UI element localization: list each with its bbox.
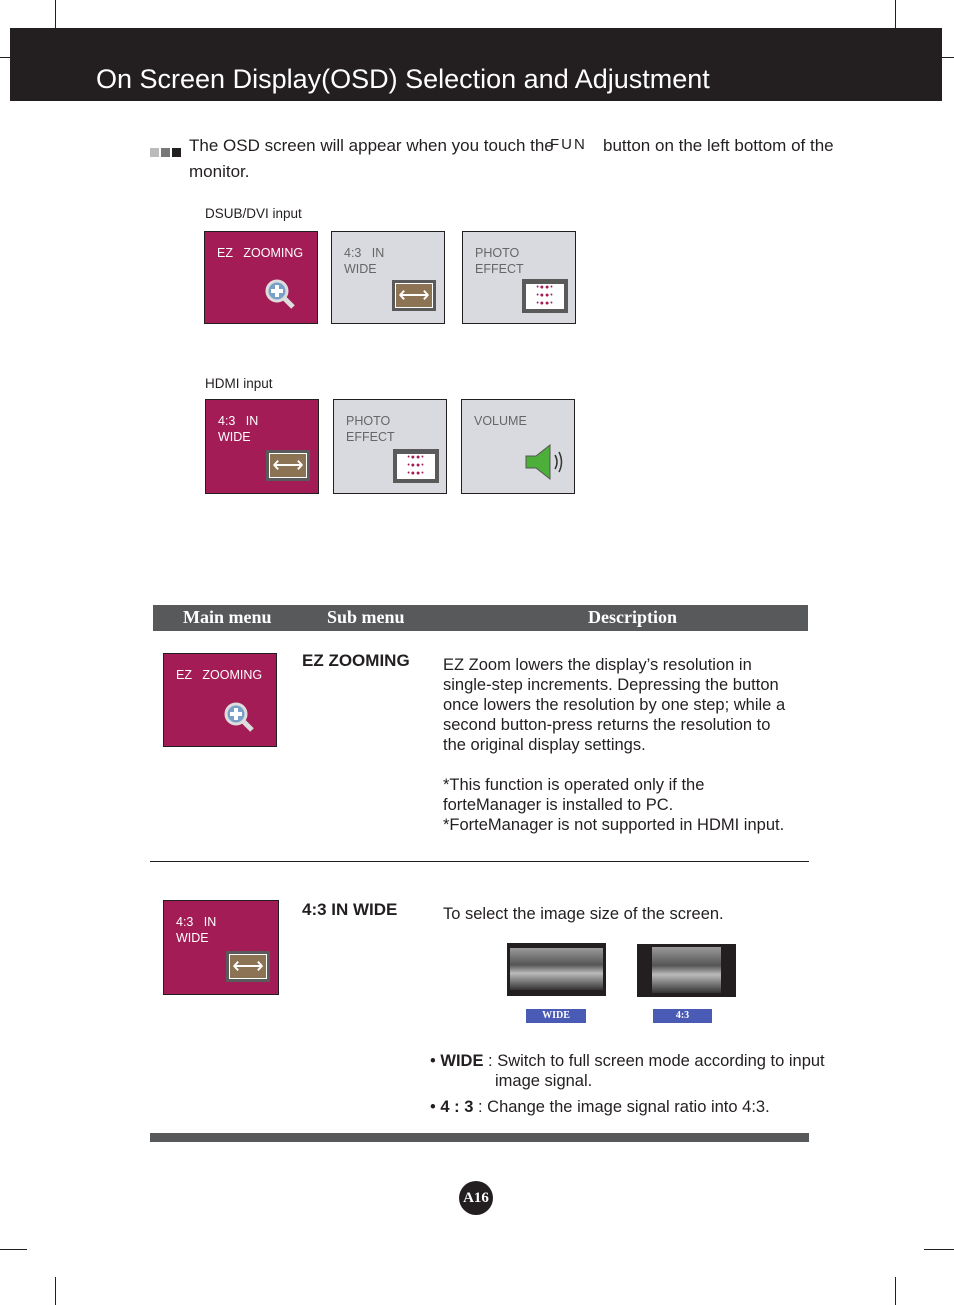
dots-pattern-icon: •●●• •●●• •●●•	[393, 449, 439, 483]
bullet-key: 4 : 3	[440, 1098, 474, 1116]
page-number: A16	[459, 1181, 493, 1215]
sub-menu-ez-zooming: EZ ZOOMING	[302, 651, 410, 670]
intro-text-3: monitor.	[189, 162, 250, 181]
description-ez-zooming: EZ Zoom lowers the display’s resolution …	[443, 656, 786, 834]
double-arrow-icon: ⟷	[226, 951, 270, 982]
intro-text-2: button on the left bottom of the	[603, 136, 834, 155]
magnifier-plus-icon	[224, 702, 254, 732]
fun-button-glyph: FUN	[550, 136, 587, 153]
row-divider	[150, 861, 809, 862]
page-title: On Screen Display(OSD) Selection and Adj…	[96, 64, 710, 94]
tile-label: PHOTO EFFECT	[475, 246, 524, 276]
table-bottom-bar	[150, 1133, 809, 1142]
header-main-menu: Main menu	[183, 607, 272, 627]
magnifier-plus-icon	[265, 279, 295, 309]
4-3-example-image	[637, 944, 736, 997]
bullet-wide: • WIDE : Switch to full screen mode acco…	[430, 1052, 825, 1070]
bullet-text: : Switch to full screen mode according t…	[483, 1052, 825, 1070]
osd-tile-wide: 4:3 IN WIDE ⟷	[331, 231, 445, 324]
osd-tile-wide: 4:3 IN WIDE ⟷	[205, 399, 319, 494]
bullet-text: : Change the image signal ratio into 4:3…	[473, 1098, 770, 1116]
bullet-squares-icon	[150, 144, 181, 162]
osd-tile-ez-zooming: EZ ZOOMING	[204, 231, 318, 324]
wide-caption: WIDE	[526, 1009, 586, 1023]
osd-tile-photo-effect: PHOTO EFFECT •●●• •●●• •●●•	[333, 399, 447, 494]
tile-label: EZ ZOOMING	[176, 668, 263, 682]
table-header: Main menu Sub menu Description	[153, 605, 808, 631]
tile-label: 4:3 IN WIDE	[344, 246, 385, 276]
tile-label: PHOTO EFFECT	[346, 414, 395, 444]
bullet-wide-cont: image signal.	[495, 1072, 593, 1090]
tile-label: VOLUME	[474, 414, 527, 428]
header-sub-menu: Sub menu	[327, 607, 405, 627]
dots-pattern-icon: •●●• •●●• •●●•	[522, 279, 568, 313]
osd-tile-volume: VOLUME	[461, 399, 575, 494]
4-3-caption: 4:3	[653, 1009, 712, 1023]
sub-menu-wide: 4:3 IN WIDE	[302, 900, 398, 919]
hdmi-label: HDMI input	[205, 376, 273, 391]
header-bar: On Screen Display(OSD) Selection and Adj…	[10, 28, 942, 101]
bullet-key: WIDE	[440, 1052, 484, 1070]
description-wide: To select the image size of the screen.	[443, 905, 724, 923]
manual-page: On Screen Display(OSD) Selection and Adj…	[0, 0, 954, 1305]
tile-label: 4:3 IN WIDE	[218, 414, 259, 444]
osd-tile-photo-effect: PHOTO EFFECT •●●• •●●• •●●•	[462, 231, 576, 324]
tile-label: 4:3 IN WIDE	[176, 915, 217, 945]
speaker-icon	[525, 443, 563, 481]
dsub-label: DSUB/DVI input	[205, 206, 302, 221]
double-arrow-icon: ⟷	[266, 450, 310, 481]
row-tile-ez-zooming: EZ ZOOMING	[163, 653, 277, 747]
intro-text-1: The OSD screen will appear when you touc…	[189, 136, 554, 155]
bullet-4-3: • 4 : 3 : Change the image signal ratio …	[430, 1098, 770, 1116]
header-description: Description	[588, 607, 677, 627]
row-tile-wide: 4:3 IN WIDE ⟷	[163, 900, 279, 995]
wide-example-image	[507, 943, 606, 996]
double-arrow-icon: ⟷	[392, 280, 436, 311]
tile-label: EZ ZOOMING	[217, 246, 304, 260]
